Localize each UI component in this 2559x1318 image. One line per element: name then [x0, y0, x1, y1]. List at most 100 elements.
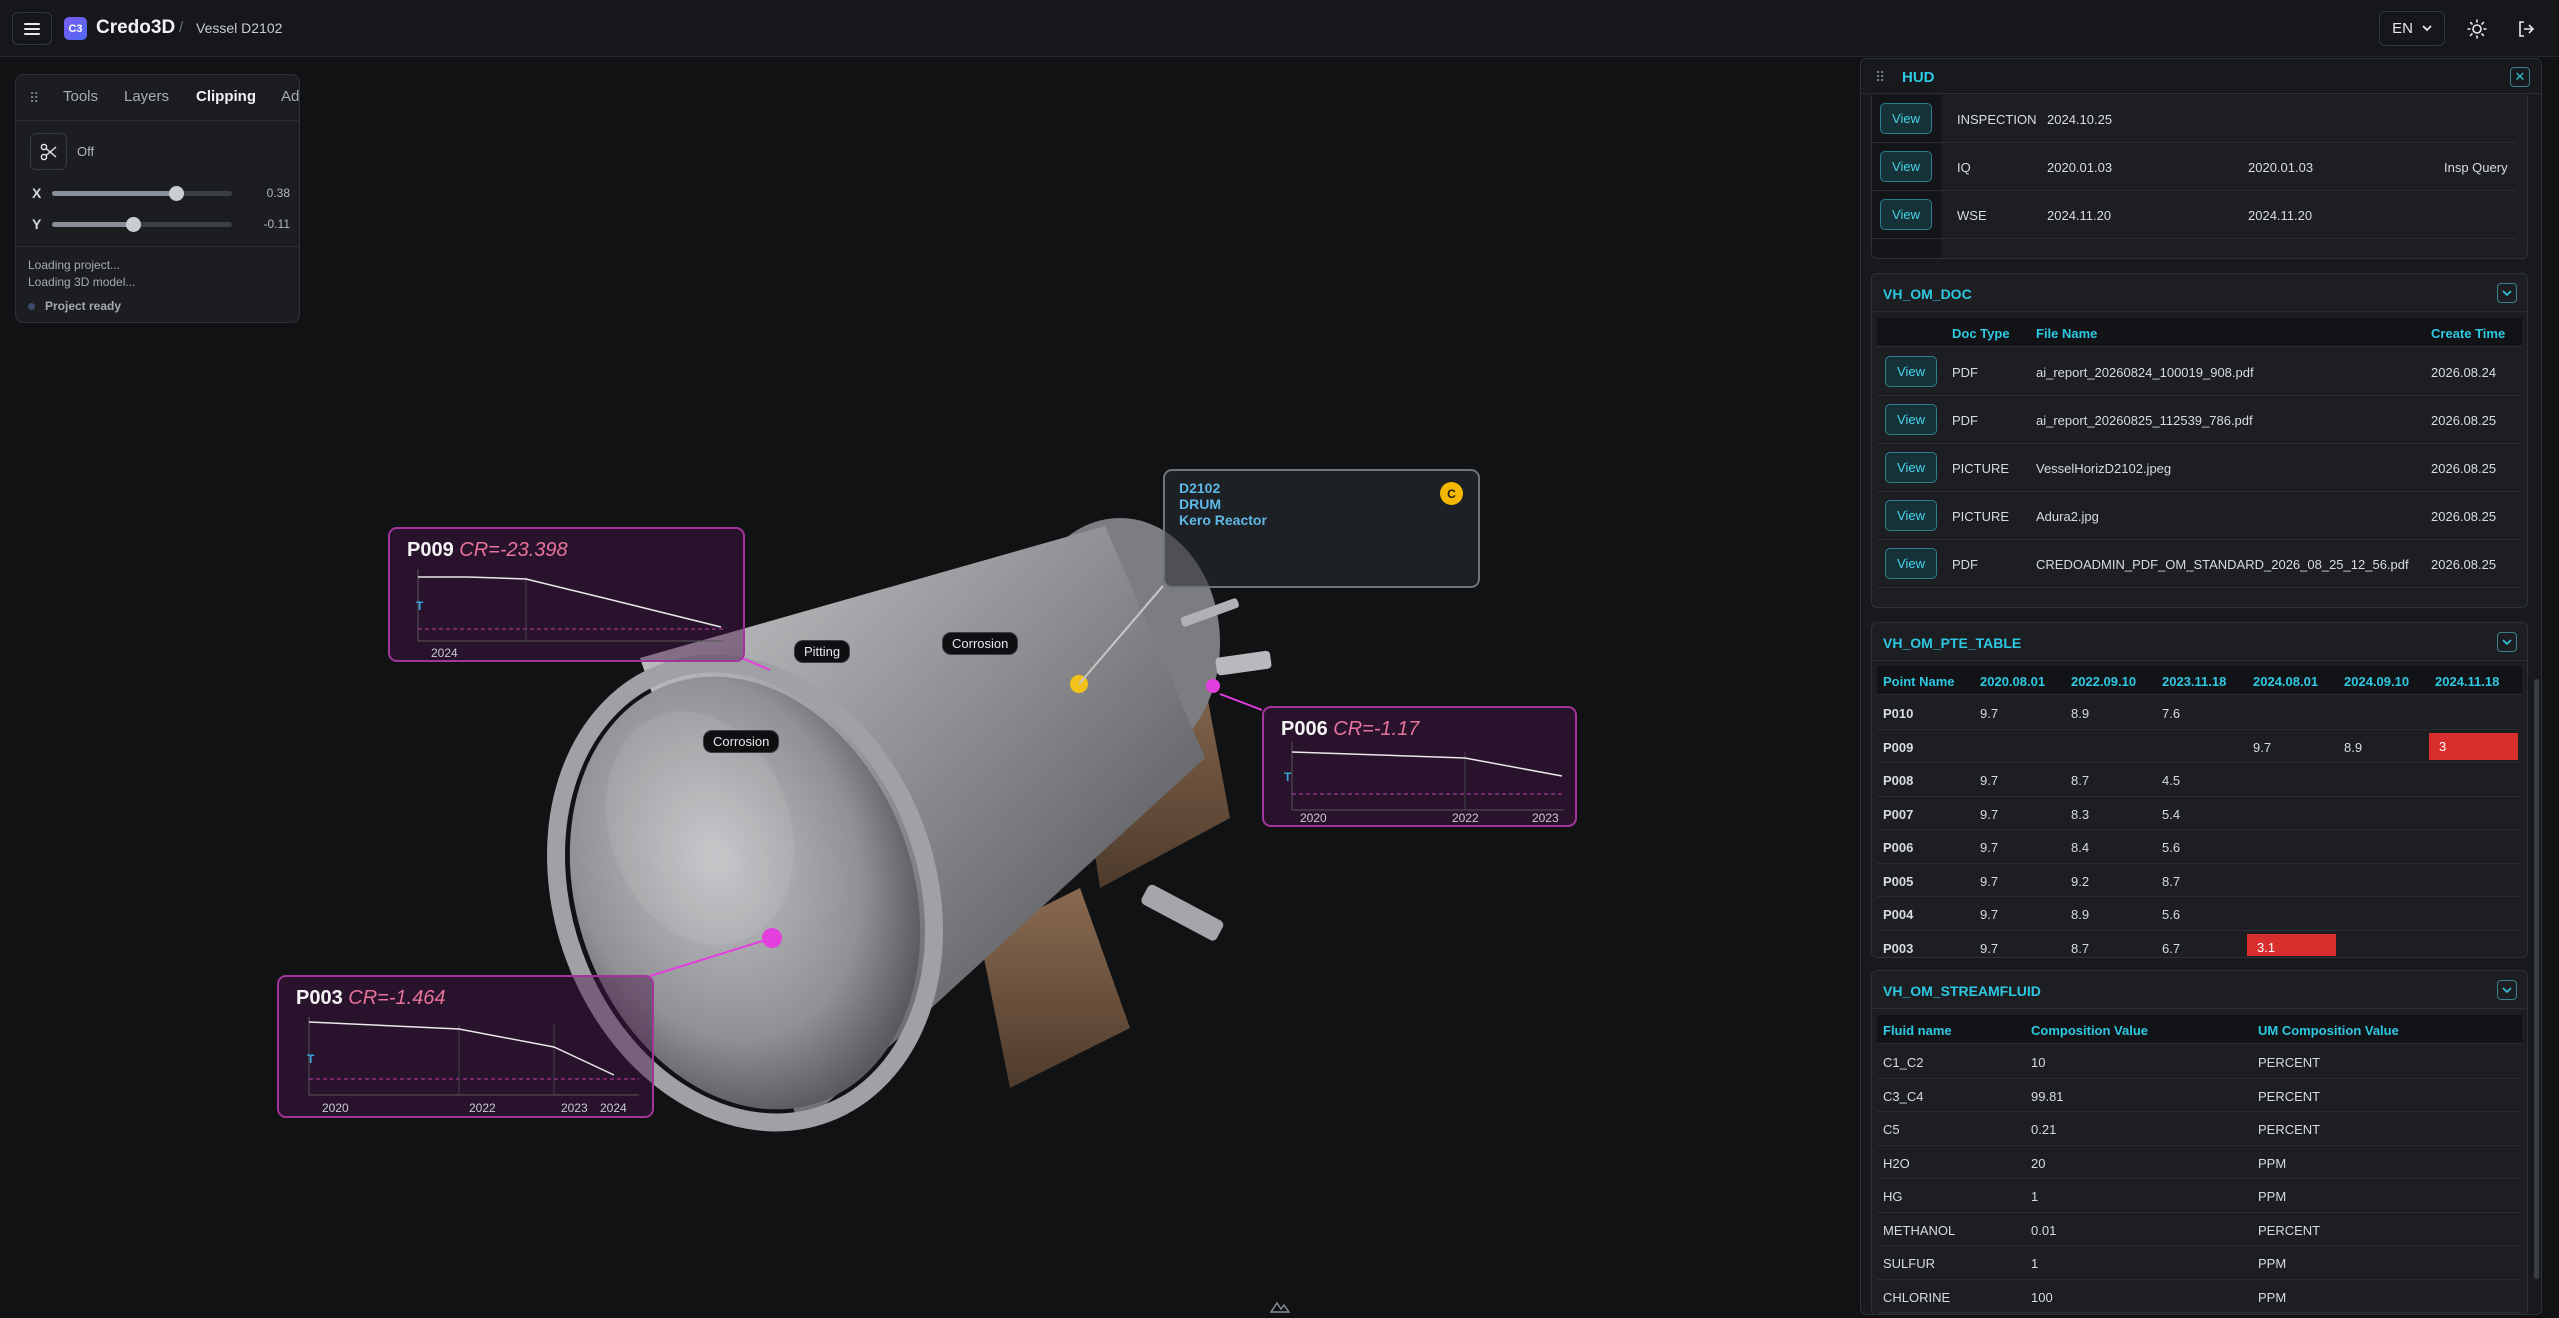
column-header[interactable]: Point Name [1883, 674, 1955, 689]
column-header[interactable]: UM Composition Value [2258, 1023, 2399, 1038]
view-button[interactable]: View [1885, 548, 1937, 579]
file-name: Adura2.jpg [2036, 509, 2099, 524]
equipment-info-box[interactable]: D2102 DRUM Kero Reactor C [1163, 469, 1480, 588]
doc-section-header[interactable]: VH_OM_DOC [1872, 274, 2527, 312]
slider-y-thumb[interactable] [126, 216, 141, 232]
logout-button[interactable] [2511, 14, 2541, 44]
table-row[interactable]: View PDF ai_report_20260825_112539_786.p… [1877, 396, 2522, 444]
point-card-p003[interactable]: P003 CR=-1.464 T 2020 2022 2023 2024 [277, 975, 654, 1118]
thickness-cell: 6.7 [2162, 940, 2181, 956]
inspection-type: IQ [1957, 160, 1971, 175]
chevron-down-icon [2502, 638, 2512, 645]
table-row[interactable]: CHLORINE 100 PPM [1877, 1280, 2522, 1313]
column-header[interactable]: 2023.11.18 [2162, 674, 2226, 689]
language-select[interactable]: EN [2379, 11, 2445, 46]
table-row[interactable]: P008 9.7 8.7 4.5 [1877, 763, 2522, 797]
drag-handle-icon[interactable]: ⠿ [1875, 69, 1885, 86]
hamburger-menu-button[interactable] [12, 12, 52, 45]
column-header[interactable]: 2022.09.10 [2071, 674, 2136, 689]
column-header[interactable]: File Name [2036, 326, 2097, 341]
tab-clipping[interactable]: Clipping [196, 88, 256, 105]
equipment-tag: D2102 [1179, 480, 1221, 496]
table-row[interactable]: C1_C2 10 PERCENT [1877, 1045, 2522, 1079]
column-header[interactable]: 2024.08.01 [2253, 674, 2318, 689]
defect-label-pitting[interactable]: Pitting [794, 640, 851, 663]
table-row[interactable]: View PDF ai_report_20260824_100019_908.p… [1877, 348, 2522, 396]
table-row[interactable]: P007 9.7 8.3 5.4 [1877, 797, 2522, 830]
close-icon: ✕ [2514, 69, 2526, 84]
collapse-streamfluid-button[interactable] [2497, 980, 2517, 1000]
table-row[interactable]: View IQ 2020.01.03 2020.01.03 Insp Query [1872, 143, 2517, 191]
table-row[interactable]: P005 9.7 9.2 8.7 [1877, 864, 2522, 897]
app-title[interactable]: Credo3D [96, 17, 175, 39]
thickness-cell: 4.5 [2162, 773, 2181, 788]
table-row[interactable]: P009 9.7 8.9 3 [1877, 730, 2522, 763]
tab-ad[interactable]: Ad [281, 88, 299, 105]
table-row[interactable]: C3_C4 99.81 PERCENT [1877, 1079, 2522, 1112]
drag-handle-icon[interactable]: ⠿ [29, 90, 39, 107]
streamfluid-section-header[interactable]: VH_OM_STREAMFLUID [1872, 971, 2527, 1009]
thickness-cell: 9.7 [1980, 706, 1999, 721]
view-button[interactable]: View [1885, 404, 1937, 435]
table-row[interactable]: P006 9.7 8.4 5.6 [1877, 830, 2522, 864]
composition-value-cell: 0.21 [2031, 1122, 2057, 1137]
thickness-cell: 9.7 [2253, 739, 2272, 755]
inspection-date-2: 2024.11.20 [2248, 208, 2313, 223]
slider-y-value: -0.11 [263, 217, 290, 231]
table-row[interactable]: View WSE 2024.11.20 2024.11.20 [1872, 191, 2517, 239]
hud-scrollbar[interactable] [2534, 679, 2539, 1279]
column-header[interactable]: Doc Type [1952, 326, 2010, 341]
composition-value-cell: 100 [2031, 1289, 2053, 1305]
column-header[interactable]: Composition Value [2031, 1023, 2148, 1038]
streamfluid-table: Fluid name Composition Value UM Composit… [1877, 1015, 2522, 1314]
table-row[interactable]: View INSPECTION 2024.10.25 [1872, 95, 2517, 143]
point-card-p006[interactable]: P006 CR=-1.17 T 2020 2022 2023 [1262, 706, 1577, 827]
close-hud-button[interactable]: ✕ [2510, 67, 2530, 87]
defect-label-corrosion-head[interactable]: Corrosion [703, 730, 780, 753]
clipping-toggle-button[interactable] [30, 133, 67, 170]
table-row[interactable]: SULFUR 1 PPM [1877, 1246, 2522, 1280]
view-button[interactable]: View [1885, 500, 1937, 531]
table-row[interactable]: HG 1 PPM [1877, 1179, 2522, 1213]
column-header[interactable]: Create Time [2431, 326, 2505, 341]
collapse-pte-button[interactable] [2497, 632, 2517, 652]
slider-y-track[interactable] [52, 216, 232, 232]
tab-tools[interactable]: Tools [63, 88, 98, 105]
view-button[interactable]: View [1880, 151, 1932, 182]
thickness-cell: 7.6 [2162, 706, 2181, 721]
table-row[interactable]: P004 9.7 8.9 5.6 [1877, 897, 2522, 931]
um-composition-cell: PERCENT [2258, 1122, 2321, 1137]
year-label: 2020 [1300, 811, 1327, 825]
pte-section-header[interactable]: VH_OM_PTE_TABLE [1872, 623, 2527, 661]
thickness-cell: 9.2 [2071, 873, 2090, 889]
table-row[interactable]: View PICTURE Adura2.jpg 2026.08.25 [1877, 492, 2522, 540]
table-row[interactable]: P010 9.7 8.9 7.6 [1877, 696, 2522, 730]
table-row[interactable]: METHANOL 0.01 PERCENT [1877, 1213, 2522, 1246]
column-header[interactable]: Fluid name [1883, 1023, 1952, 1038]
slider-x-track[interactable] [52, 185, 232, 201]
thickness-cell: 8.7 [2071, 940, 2090, 956]
tab-layers[interactable]: Layers [124, 88, 169, 105]
view-button[interactable]: View [1880, 199, 1932, 230]
defect-label-corrosion-top[interactable]: Corrosion [942, 632, 1019, 655]
clipping-state: Off [77, 144, 95, 159]
view-button[interactable]: View [1880, 103, 1932, 134]
view-button[interactable]: View [1885, 452, 1937, 483]
table-row[interactable]: P003 9.7 8.7 6.7 3.1 [1877, 931, 2522, 956]
theme-toggle-button[interactable] [2462, 14, 2492, 44]
fluid-name-cell: SULFUR [1883, 1256, 1936, 1271]
point-name: P003 [296, 987, 343, 1009]
column-header[interactable]: 2020.08.01 [1980, 674, 2045, 689]
slider-x-thumb[interactable] [169, 185, 185, 201]
table-row[interactable]: View PICTURE VesselHorizD2102.jpeg 2026.… [1877, 444, 2522, 492]
table-row[interactable]: H2O 20 PPM [1877, 1146, 2522, 1179]
view-button[interactable]: View [1885, 356, 1937, 387]
point-card-p009[interactable]: P009 CR=-23.398 T 2024 [388, 527, 745, 662]
column-header[interactable]: 2024.09.10 [2344, 674, 2409, 689]
column-header[interactable]: 2024.11.18 [2435, 674, 2499, 689]
table-row[interactable]: C5 0.21 PERCENT [1877, 1112, 2522, 1146]
fluid-name-cell: CHLORINE [1883, 1289, 1951, 1305]
collapse-doc-button[interactable] [2497, 283, 2517, 303]
thickness-cell: 9.7 [1980, 773, 1999, 788]
table-row[interactable]: View PDF CREDOADMIN_PDF_OM_STANDARD_2026… [1877, 540, 2522, 588]
